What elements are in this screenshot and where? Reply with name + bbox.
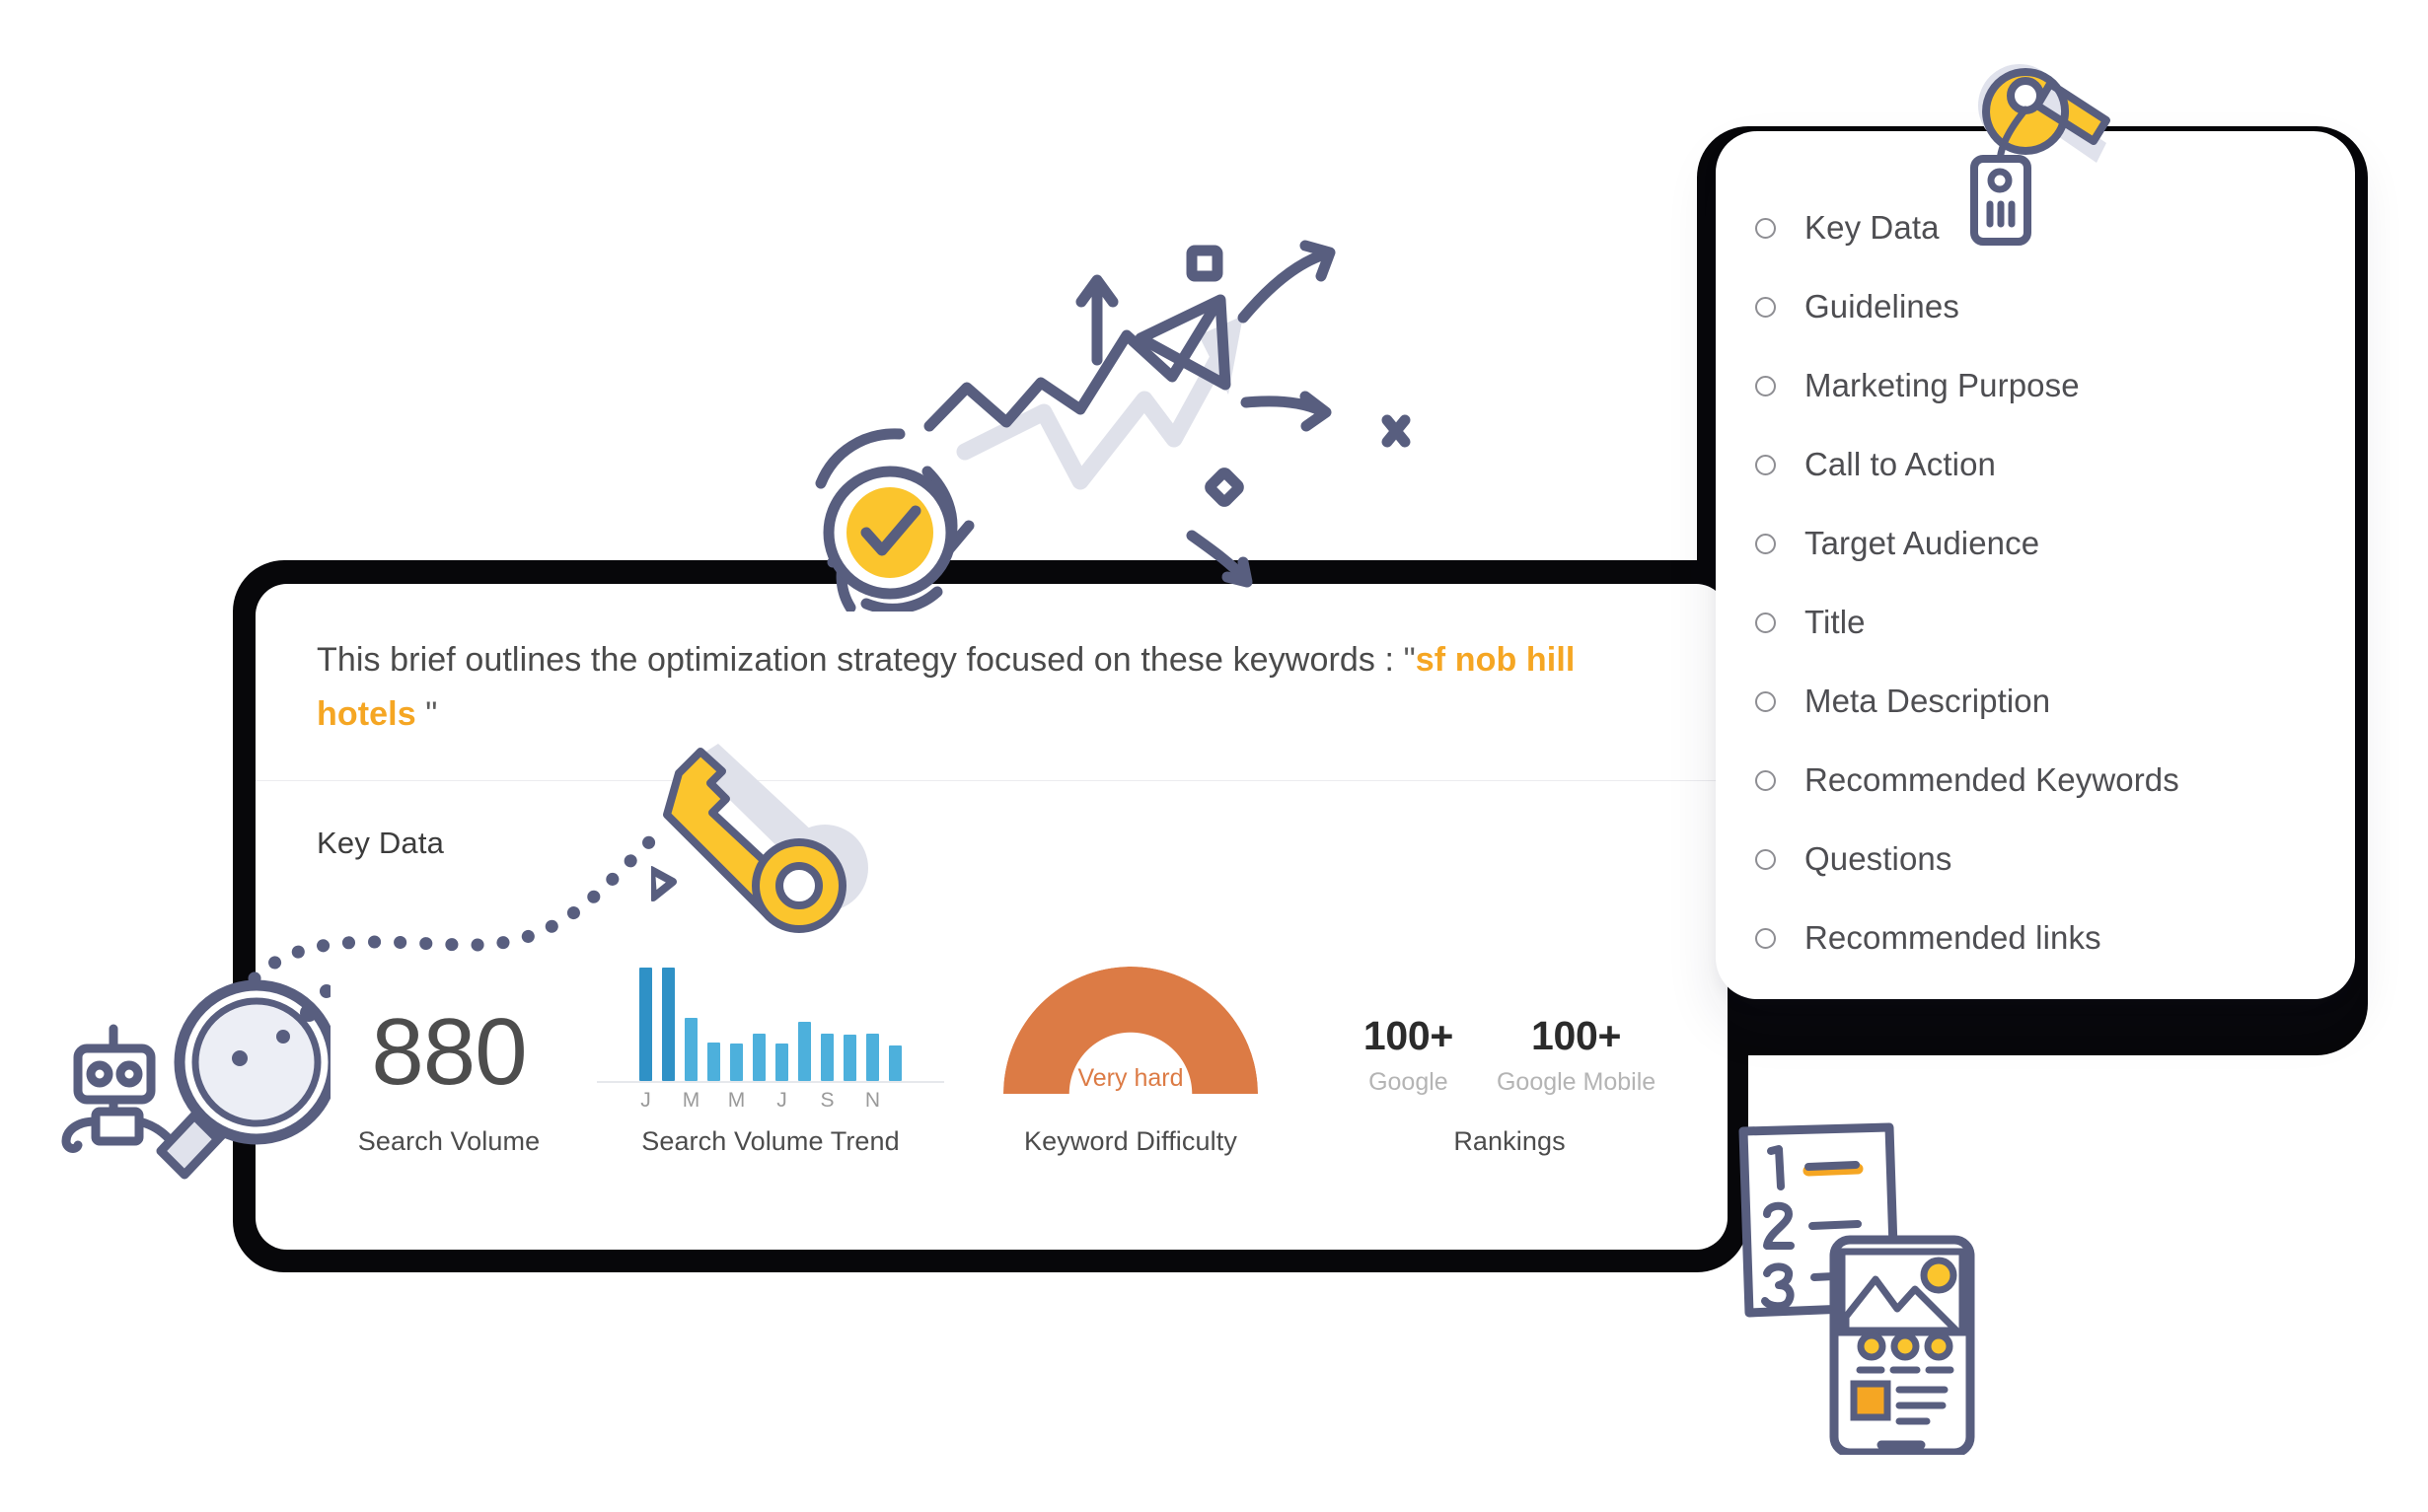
circle-bullet-icon: [1755, 454, 1776, 475]
rankings-values-wrap: 100+ Google 100+ Google Mobile: [1317, 967, 1702, 1097]
trend-axis-tick: N: [864, 1089, 881, 1112]
outline-item-label: Marketing Purpose: [1804, 367, 2080, 403]
content-brief-panel: This brief outlines the optimization str…: [256, 584, 1728, 1250]
trend-bar: [798, 1022, 811, 1081]
checklist-mobile-illustration: [1738, 1122, 1975, 1455]
outline-item[interactable]: Call to Action: [1755, 425, 2318, 504]
trend-bar: [685, 1017, 698, 1081]
trend-axis-tick: J: [776, 1089, 787, 1112]
panel-divider: [256, 780, 1728, 781]
trend-bar: [866, 1033, 879, 1081]
circle-bullet-icon: [1755, 769, 1776, 791]
trend-bar: [662, 968, 675, 1081]
outline-item[interactable]: Marketing Purpose: [1755, 346, 2318, 425]
rankings-columns: 100+ Google 100+ Google Mobile: [1317, 967, 1702, 1097]
outline-item-label: Recommended links: [1804, 919, 2101, 956]
trend-chart-axis-labels: JMMJSN: [639, 1089, 902, 1122]
trend-bar: [753, 1033, 766, 1081]
brief-close-quote: ": [415, 695, 438, 734]
trend-bar: [889, 1045, 902, 1081]
rankings-caption: Rankings: [1453, 1126, 1566, 1156]
trend-bar: [821, 1033, 834, 1081]
outline-item[interactable]: Meta Description: [1755, 662, 2318, 741]
trend-axis-tick: S: [820, 1089, 835, 1112]
outline-item-label: Target Audience: [1804, 525, 2040, 561]
outline-item[interactable]: Title: [1755, 583, 2318, 662]
difficulty-gauge-wrap: Very hard: [944, 947, 1317, 1221]
circle-bullet-icon: [1755, 533, 1776, 554]
outline-item[interactable]: Target Audience: [1755, 504, 2318, 583]
keyword-difficulty-label: Very hard: [1077, 1064, 1184, 1092]
metric-rankings: 100+ Google 100+ Google Mobile Rankings: [1317, 967, 1702, 1157]
outline-item[interactable]: Recommended Keywords: [1755, 741, 2318, 820]
outline-item-label: Guidelines: [1804, 288, 1959, 324]
outline-item[interactable]: Guidelines: [1755, 267, 2318, 346]
keyword-difficulty-gauge: Very hard: [1003, 967, 1258, 1221]
trend-axis-tick: J: [640, 1089, 651, 1112]
metric-keyword-difficulty: Very hard Keyword Difficulty: [944, 947, 1317, 1221]
metric-search-volume-trend: J M M J S N Search Volume Trend: [597, 968, 944, 1157]
outline-item-label: Title: [1804, 604, 1866, 640]
outline-item-label: Questions: [1804, 840, 1952, 877]
outline-item-label: Recommended Keywords: [1804, 761, 2179, 798]
brief-outline-card: Key Data Guidelines Marketing Purpose Call …: [1716, 131, 2355, 999]
trend-bar: [707, 1042, 720, 1081]
outline-item-label: Key Data: [1804, 209, 1940, 246]
search-volume-value: 880: [371, 998, 527, 1105]
circle-bullet-icon: [1755, 375, 1776, 396]
circle-bullet-icon: [1755, 848, 1776, 870]
ranking-source-label: Google: [1368, 1068, 1448, 1096]
key-data-metrics-row: 880 Search Volume J M M J S N Search Volume T…: [301, 947, 1702, 1221]
ranking-column: 100+ Google Mobile: [1497, 1013, 1655, 1097]
trend-axis-tick: M: [727, 1089, 746, 1112]
circle-bullet-icon: [1755, 296, 1776, 318]
trend-bar: [639, 968, 652, 1081]
trend-bar: [844, 1034, 856, 1081]
trend-bar: [775, 1044, 788, 1081]
brief-lead-text: This brief outlines the optimization str…: [317, 641, 1404, 679]
outline-item[interactable]: Recommended links: [1755, 899, 2318, 977]
trend-chart-wrap: JMMJSN: [597, 968, 944, 1122]
ranking-column: 100+ Google: [1363, 1013, 1453, 1097]
search-volume-caption: Search Volume: [357, 1126, 541, 1156]
outline-item-label: Call to Action: [1804, 446, 1997, 482]
gauge-arc: [1003, 967, 1258, 1221]
brief-description: This brief outlines the optimization str…: [317, 633, 1678, 742]
ranking-source-label: Google Mobile: [1496, 1068, 1656, 1096]
outline-item[interactable]: Key Data: [1755, 188, 2318, 267]
ranking-value: 100+: [1362, 1013, 1453, 1058]
trend-bar: [730, 1044, 743, 1081]
outline-item[interactable]: Questions: [1755, 820, 2318, 899]
circle-bullet-icon: [1755, 217, 1776, 239]
outline-item-label: Meta Description: [1804, 683, 2051, 719]
ranking-value: 100+: [1531, 1013, 1622, 1058]
metric-search-volume: 880 Search Volume: [301, 947, 597, 1157]
brief-open-quote: ": [1403, 641, 1416, 679]
search-volume-trend-caption: Search Volume Trend: [641, 1126, 900, 1156]
growth-arrow-illustration: [815, 240, 1411, 612]
search-volume-value-wrap: 880: [301, 947, 597, 1105]
key-data-heading: Key Data: [317, 826, 445, 860]
circle-bullet-icon: [1755, 612, 1776, 633]
circle-bullet-icon: [1755, 690, 1776, 712]
trend-axis-tick: M: [682, 1089, 700, 1112]
search-volume-trend-chart: [597, 968, 944, 1083]
circle-bullet-icon: [1755, 927, 1776, 949]
illustration-stage: This brief outlines the optimization str…: [0, 0, 2428, 1512]
brief-outline-list: Key Data Guidelines Marketing Purpose Call …: [1755, 188, 2318, 977]
